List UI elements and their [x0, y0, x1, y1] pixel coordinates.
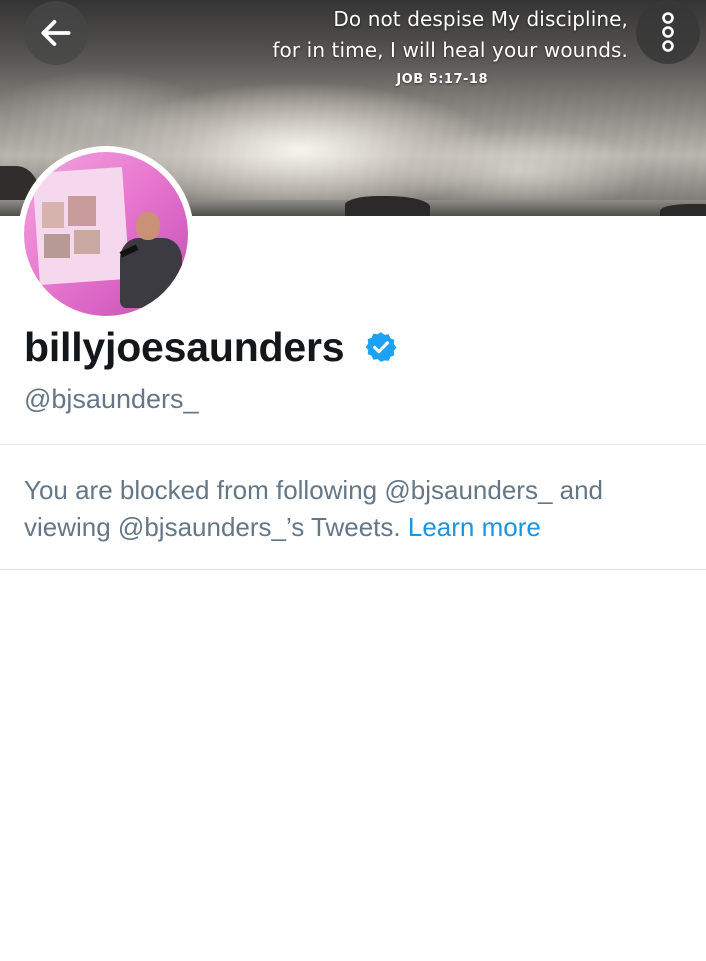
avatar-photo — [24, 152, 188, 316]
arrow-left-icon — [41, 20, 71, 46]
banner-quote: Do not despise My discipline, for in tim… — [208, 4, 628, 87]
verified-badge-icon — [365, 332, 397, 362]
profile-display-name: billyjoesaunders — [24, 324, 345, 370]
divider — [0, 569, 706, 570]
learn-more-link[interactable]: Learn more — [408, 512, 541, 542]
profile-handle: @bjsaunders_ — [24, 384, 199, 414]
back-button[interactable] — [24, 1, 88, 65]
profile-avatar[interactable] — [18, 146, 194, 322]
avatar-poster-photo — [44, 234, 70, 258]
banner-quote-reference: JOB 5:17-18 — [396, 72, 488, 87]
avatar-poster-photo — [68, 196, 96, 226]
blocked-notice: You are blocked from following @bjsaunde… — [24, 472, 684, 546]
divider — [0, 444, 706, 445]
banner-quote-line1: Do not despise My discipline, — [333, 7, 628, 31]
avatar-poster-photo — [42, 202, 64, 228]
avatar-person-head — [136, 212, 160, 240]
avatar-poster-photo — [74, 230, 100, 254]
banner-rock — [660, 204, 706, 216]
more-vertical-icon — [662, 12, 674, 52]
more-options-button[interactable] — [636, 0, 700, 64]
banner-quote-line2: for in time, I will heal your wounds. — [272, 38, 628, 62]
banner-rock — [345, 196, 430, 216]
